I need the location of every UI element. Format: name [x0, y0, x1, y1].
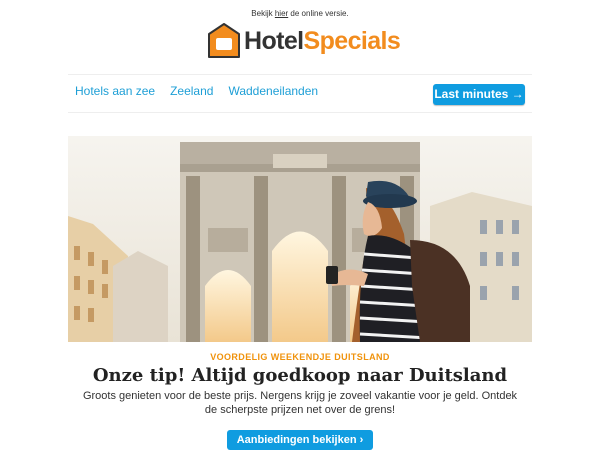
hero-image[interactable]: [68, 136, 532, 342]
main-nav: Hotels aan zee Zeeland Waddeneilanden: [75, 84, 333, 98]
house-icon: [208, 23, 240, 58]
preheader: Bekijk hier de online versie.: [0, 9, 600, 18]
divider-nav: [68, 112, 532, 113]
article-headline[interactable]: Onze tip! Altijd goedkoop naar Duitsland: [0, 365, 600, 386]
nav-item-hotels-aan-zee[interactable]: Hotels aan zee: [75, 84, 155, 98]
hotelspecials-logo[interactable]: HotelSpecials: [208, 23, 401, 59]
nav-item-zeeland[interactable]: Zeeland: [170, 84, 213, 98]
logo-text-specials: Specials: [303, 27, 401, 55]
logo-text-hotel: Hotel: [244, 27, 304, 55]
hero-photo: [68, 136, 532, 342]
divider-top: [68, 74, 532, 75]
article-eyebrow: VOORDELIG WEEKENDJE DUITSLAND: [210, 352, 390, 362]
view-offers-button[interactable]: Aanbiedingen bekijken ›: [227, 430, 373, 450]
preheader-text-before: Bekijk: [251, 9, 275, 18]
online-version-link[interactable]: hier: [275, 9, 288, 18]
article-body: Groots genieten voor de beste prijs. Ner…: [82, 390, 518, 416]
last-minutes-button[interactable]: Last minutes →: [433, 84, 525, 105]
nav-item-waddeneilanden[interactable]: Waddeneilanden: [228, 84, 318, 98]
preheader-text-after: de online versie.: [288, 9, 349, 18]
